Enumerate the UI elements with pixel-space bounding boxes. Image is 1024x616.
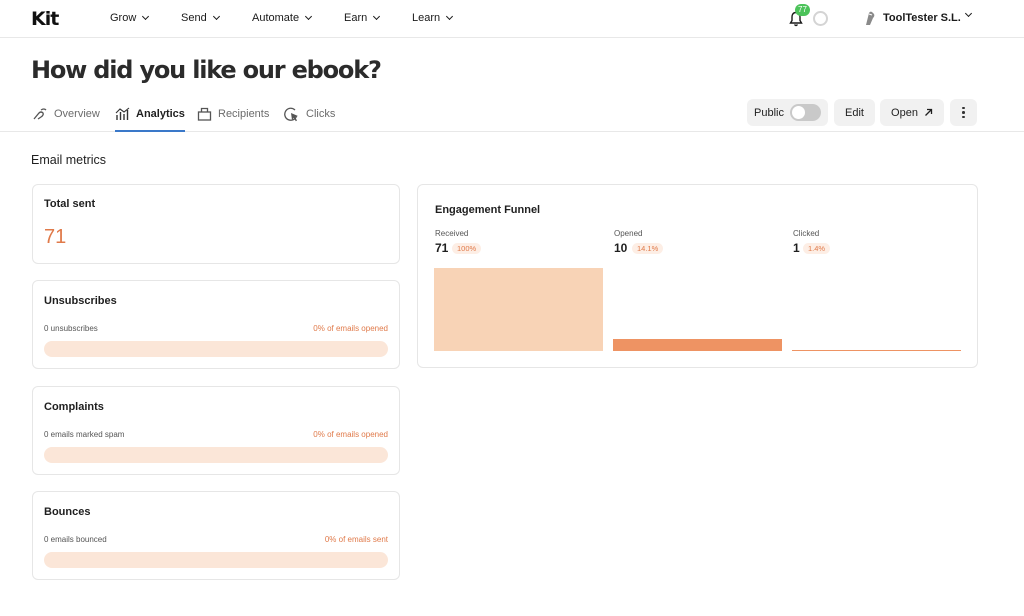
open-button-label: Open (891, 106, 918, 119)
chevron-down-icon[interactable] (964, 9, 973, 18)
tab-clicks[interactable]: Clicks (284, 107, 336, 132)
unsubscribes-card: Unsubscribes 0 unsubscribes 0% of emails… (32, 280, 400, 369)
funnel-bar-opened (613, 339, 782, 351)
funnel-stage-percent: 14.1% (632, 243, 664, 254)
public-toggle-button[interactable]: Public (747, 99, 828, 126)
chevron-down-icon (446, 12, 454, 21)
chevron-down-icon (212, 12, 220, 21)
chevron-down-icon (305, 12, 313, 21)
account-name[interactable]: ToolTester S.L. (883, 12, 961, 24)
bounces-title: Bounces (44, 506, 91, 518)
edit-button[interactable]: Edit (834, 99, 875, 126)
nav-grow-label: Grow (110, 12, 137, 24)
page-title: How did you like our ebook? (31, 56, 382, 84)
total-sent-title: Total sent (44, 198, 96, 210)
clicks-icon (284, 107, 298, 122)
tab-analytics-label: Analytics (136, 108, 185, 120)
section-title: Email metrics (31, 153, 107, 167)
account-avatar-icon[interactable] (863, 10, 877, 26)
bounces-count: 0 emails bounced (44, 535, 107, 544)
open-button[interactable]: Open (880, 99, 944, 126)
tab-analytics[interactable]: Analytics (115, 107, 185, 132)
more-vertical-icon (962, 106, 965, 119)
overview-icon (33, 108, 47, 120)
bounces-card: Bounces 0 emails bounced 0% of emails se… (32, 491, 400, 580)
funnel-stage-percent: 1.4% (803, 243, 831, 254)
toggle-knob (791, 106, 805, 119)
nav-learn-label: Learn (412, 12, 441, 24)
funnel-stage-value: 1 (793, 241, 800, 255)
public-label: Public (754, 106, 784, 119)
tab-recipients-label: Recipients (218, 108, 270, 120)
funnel-stage-value: 10 (614, 241, 628, 255)
progress-ring-icon[interactable] (813, 11, 828, 26)
funnel-stage-percent: 100% (452, 243, 482, 254)
complaints-bar (44, 447, 388, 463)
unsubscribes-rate: 0% of emails opened (313, 324, 388, 333)
funnel-stage-value: 71 (435, 241, 449, 255)
external-arrow-icon (924, 108, 933, 116)
unsubscribes-bar (44, 341, 388, 357)
nav-automate[interactable]: Automate (252, 12, 313, 24)
complaints-rate: 0% of emails opened (313, 430, 388, 439)
total-sent-value: 71 (44, 226, 67, 248)
unsubscribes-count: 0 unsubscribes (44, 324, 98, 333)
public-toggle[interactable] (789, 104, 821, 121)
top-navigation: Kit Grow Send Automate Earn Learn 77 Too… (0, 0, 1024, 38)
nav-grow[interactable]: Grow (110, 12, 150, 24)
complaints-title: Complaints (44, 401, 104, 413)
kit-logo[interactable]: Kit (31, 8, 59, 30)
nav-send-label: Send (181, 12, 207, 24)
complaints-card: Complaints 0 emails marked spam 0% of em… (32, 386, 400, 475)
chevron-down-icon (373, 12, 381, 21)
recipients-icon (197, 107, 212, 121)
unsubscribes-title: Unsubscribes (44, 295, 117, 307)
notification-badge: 77 (795, 4, 810, 16)
nav-learn[interactable]: Learn (412, 12, 454, 24)
tab-overview-label: Overview (54, 108, 100, 120)
tab-overview[interactable]: Overview (32, 108, 100, 132)
nav-earn-label: Earn (344, 12, 368, 24)
analytics-icon (115, 107, 130, 120)
nav-earn[interactable]: Earn (344, 12, 381, 24)
funnel-stage-label: Received (435, 229, 469, 238)
complaints-count: 0 emails marked spam (44, 430, 125, 439)
nav-automate-label: Automate (252, 12, 300, 24)
funnel-bar-received (434, 268, 603, 351)
funnel-title: Engagement Funnel (435, 204, 541, 216)
funnel-bar-clicked (792, 349, 961, 351)
bounces-bar (44, 552, 388, 568)
funnel-stage-label: Clicked (793, 229, 820, 238)
total-sent-card: Total sent 71 (32, 184, 400, 264)
bounces-rate: 0% of emails sent (324, 535, 388, 544)
tab-recipients[interactable]: Recipients (197, 107, 270, 132)
nav-send[interactable]: Send (181, 12, 220, 24)
chevron-down-icon (142, 12, 150, 21)
engagement-funnel-card: Engagement Funnel Received 71 100% Opene… (417, 184, 978, 368)
funnel-stage-label: Opened (614, 229, 643, 238)
edit-button-label: Edit (845, 106, 864, 119)
tab-clicks-label: Clicks (306, 108, 336, 120)
more-options-button[interactable] (950, 99, 977, 126)
